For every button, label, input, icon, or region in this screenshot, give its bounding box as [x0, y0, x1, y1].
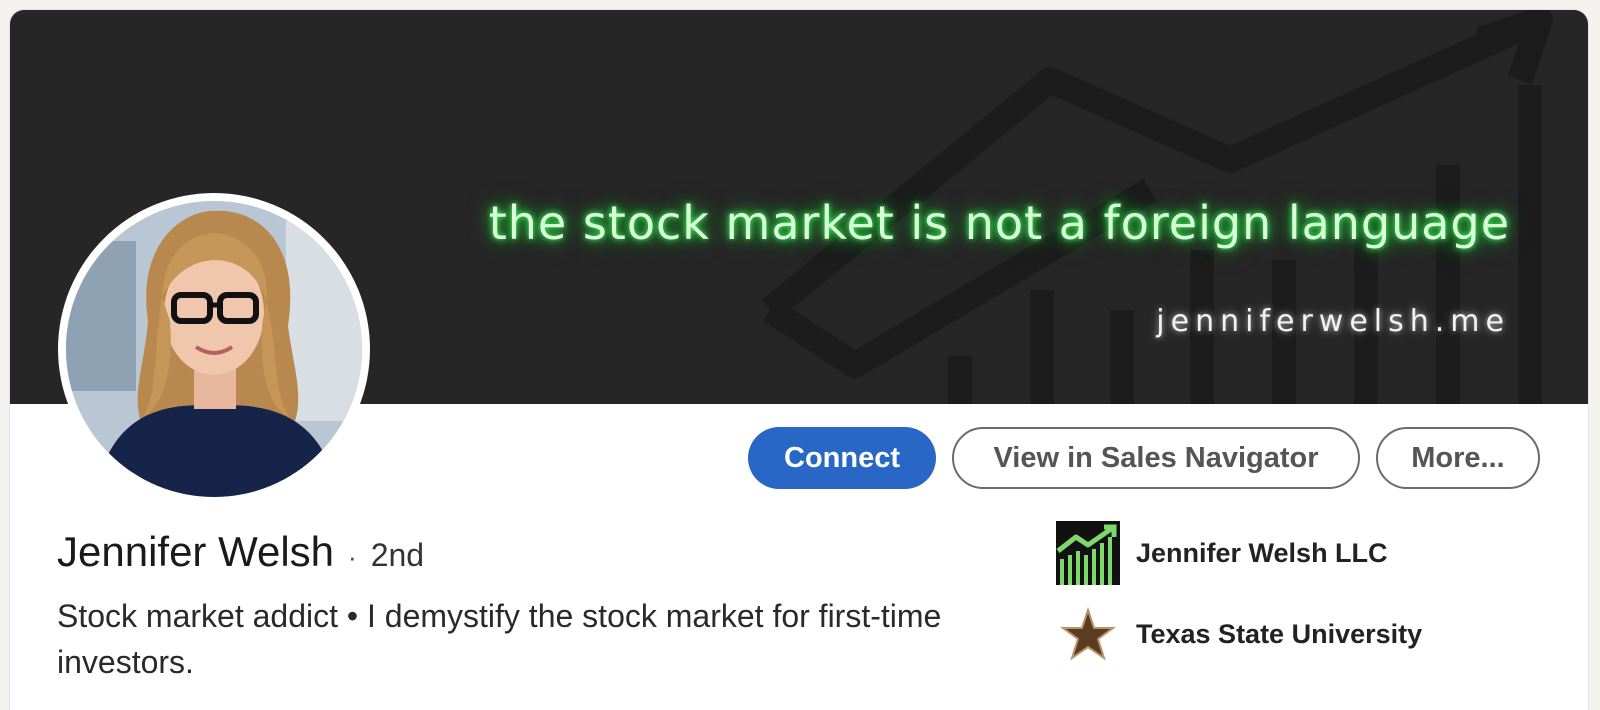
more-button[interactable]: More... — [1376, 427, 1540, 489]
avatar[interactable] — [58, 193, 370, 505]
connection-degree: 2nd — [370, 537, 425, 573]
company-name: Jennifer Welsh LLC — [1136, 537, 1388, 568]
profile-card: the stock market is not a foreign langua… — [10, 10, 1588, 710]
banner-website: jenniferwelsh.me — [1156, 304, 1510, 339]
stock-chart-logo-icon — [1056, 521, 1120, 585]
view-in-sales-navigator-button[interactable]: View in Sales Navigator — [952, 427, 1360, 489]
banner-tagline: the stock market is not a foreign langua… — [488, 196, 1510, 250]
school-name: Texas State University — [1136, 618, 1423, 649]
education-link[interactable]: Texas State University — [1056, 602, 1422, 666]
connect-button[interactable]: Connect — [748, 427, 936, 489]
profile-name-row: Jennifer Welsh · 2nd — [57, 528, 424, 576]
profile-name: Jennifer Welsh — [57, 528, 335, 575]
degree-separator: · — [348, 542, 357, 572]
star-logo-icon — [1056, 602, 1120, 666]
profile-actions: Connect View in Sales Navigator More... — [748, 427, 1540, 489]
avatar-photo — [66, 201, 362, 497]
profile-headline: Stock market addict • I demystify the st… — [57, 598, 942, 680]
person-photo-icon — [66, 201, 362, 497]
current-company-link[interactable]: Jennifer Welsh LLC — [1056, 521, 1388, 585]
